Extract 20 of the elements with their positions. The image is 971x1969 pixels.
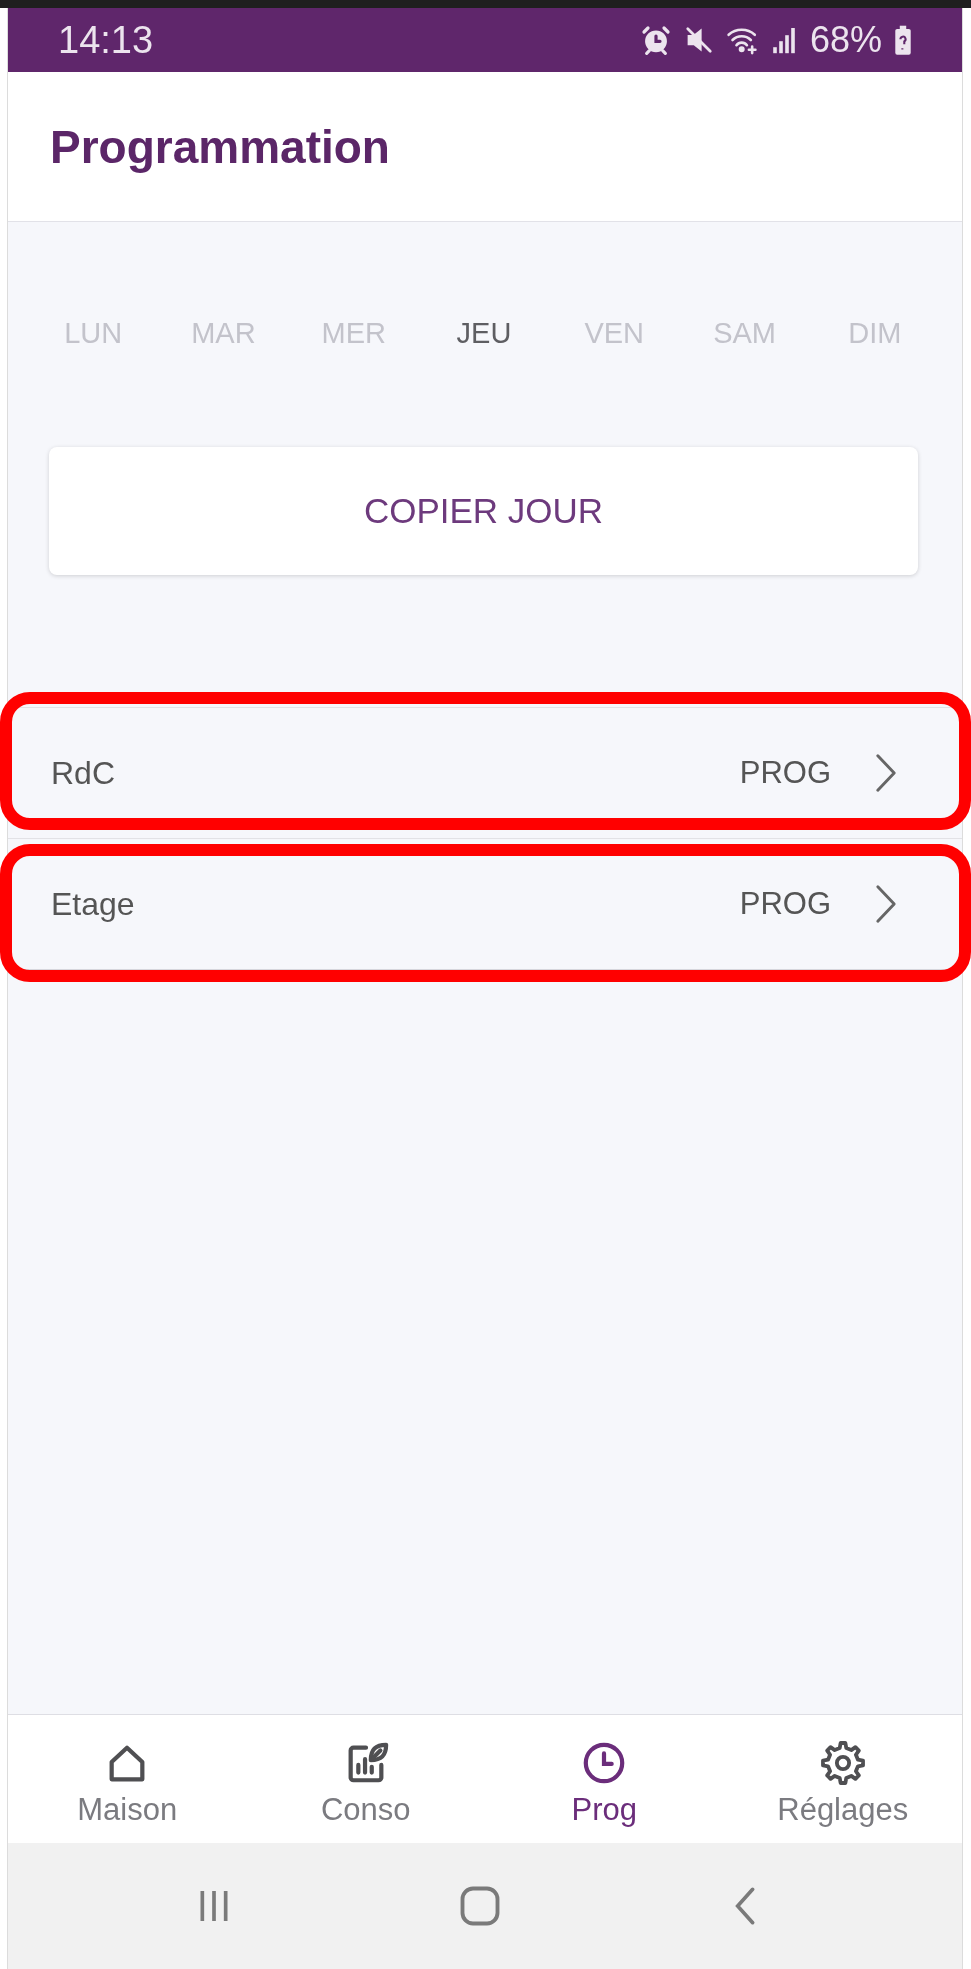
clock-time: 14:13 <box>58 18 154 62</box>
nav-tab[interactable]: Réglages <box>723 1715 962 1843</box>
page-title: Programmation <box>50 119 390 174</box>
zone-mode: PROG <box>739 755 831 791</box>
home-button-icon[interactable] <box>459 1885 501 1927</box>
battery-percentage: 68% <box>809 19 882 61</box>
zone-name: RdC <box>51 754 115 792</box>
gear-icon <box>819 1740 866 1786</box>
chevron-right-icon <box>875 753 897 793</box>
zone-mode: PROG <box>739 886 831 922</box>
signal-bars-icon <box>771 25 796 55</box>
nav-tab[interactable]: Prog <box>485 1715 724 1843</box>
zone-name: Etage <box>51 885 135 923</box>
nav-tab[interactable]: Maison <box>8 1715 247 1843</box>
battery-icon <box>894 24 912 56</box>
day-tab[interactable]: JEU <box>418 303 550 363</box>
chevron-right-icon <box>875 884 897 924</box>
nav-tab[interactable]: Conso <box>246 1715 485 1843</box>
copy-day-button[interactable]: COPIER JOUR <box>49 447 918 575</box>
muted-speaker-icon <box>683 25 714 55</box>
